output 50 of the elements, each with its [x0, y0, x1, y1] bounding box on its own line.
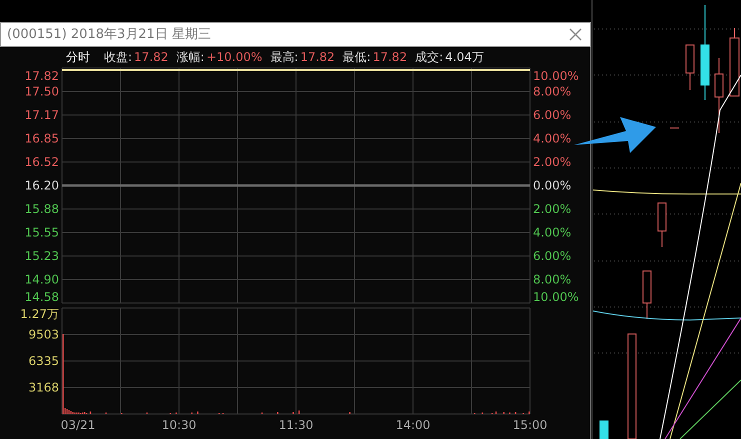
stat-label: 涨幅: [176, 49, 204, 66]
close-button[interactable] [567, 26, 584, 43]
candlestick [642, 270, 652, 320]
percent-axis-label: 10.00% [533, 69, 579, 83]
volume-axis-label: 6335 [28, 354, 59, 368]
stat-value: 17.82 [300, 49, 335, 66]
price-axis-label: 17.17 [24, 108, 59, 122]
price-axis-label: 14.58 [24, 290, 59, 304]
time-axis-label: 03/21 [60, 418, 96, 432]
time-axis-label: 11:30 [278, 418, 314, 432]
stat-label: 最高: [270, 49, 298, 66]
price-axis-label: 16.20 [24, 178, 59, 192]
stat-value: 17.82 [134, 49, 168, 66]
candlestick [658, 202, 666, 248]
percent-axis-label: 2.00% [533, 202, 572, 216]
stat-label: 成交: [415, 49, 444, 66]
price-axis-label: 16.85 [24, 132, 59, 146]
stat-label: 最低: [342, 49, 371, 66]
candlestick [686, 44, 694, 90]
stat-value: 4.04万 [445, 49, 484, 66]
mode-label: 分时 [66, 49, 90, 66]
candlestick [600, 420, 608, 439]
percent-axis-label: 4.00% [533, 226, 572, 240]
close-icon [569, 28, 582, 41]
percent-axis-label: 6.00% [533, 108, 572, 122]
percent-axis-label: 0.00% [533, 178, 572, 192]
stat-value: 17.82 [372, 49, 408, 66]
time-axis-label: 10:30 [162, 418, 196, 432]
percent-axis-label: 8.00% [533, 84, 572, 98]
percent-axis-label: 6.00% [533, 249, 572, 263]
percent-axis-label: 10.00% [533, 290, 579, 304]
price-axis-label: 15.55 [24, 226, 59, 240]
window-title: (000151) 2018年3月21日 星期三 [7, 26, 211, 44]
candlestick [730, 28, 740, 96]
percent-axis-label: 8.00% [533, 272, 572, 286]
price-axis-label: 14.90 [24, 272, 59, 286]
volume-axis-label: 1.27万 [20, 307, 59, 321]
percent-axis-label: 2.00% [533, 155, 572, 169]
volume-axis-label: 3168 [28, 380, 59, 394]
time-axis-label: 14:00 [396, 418, 430, 432]
price-axis-label: 17.50 [24, 84, 59, 98]
stat-value: +10.00% [206, 49, 262, 66]
price-axis-label: 16.52 [24, 155, 59, 169]
price-axis-label: 15.88 [24, 202, 59, 216]
stat-label: 收盘: [104, 49, 132, 66]
price-axis-label: 17.82 [24, 69, 59, 83]
percent-axis-label: 4.00% [533, 132, 572, 146]
volume-axis-label: 9503 [28, 328, 59, 342]
time-axis-label: 15:00 [512, 418, 548, 432]
price-axis-label: 15.23 [24, 249, 59, 263]
